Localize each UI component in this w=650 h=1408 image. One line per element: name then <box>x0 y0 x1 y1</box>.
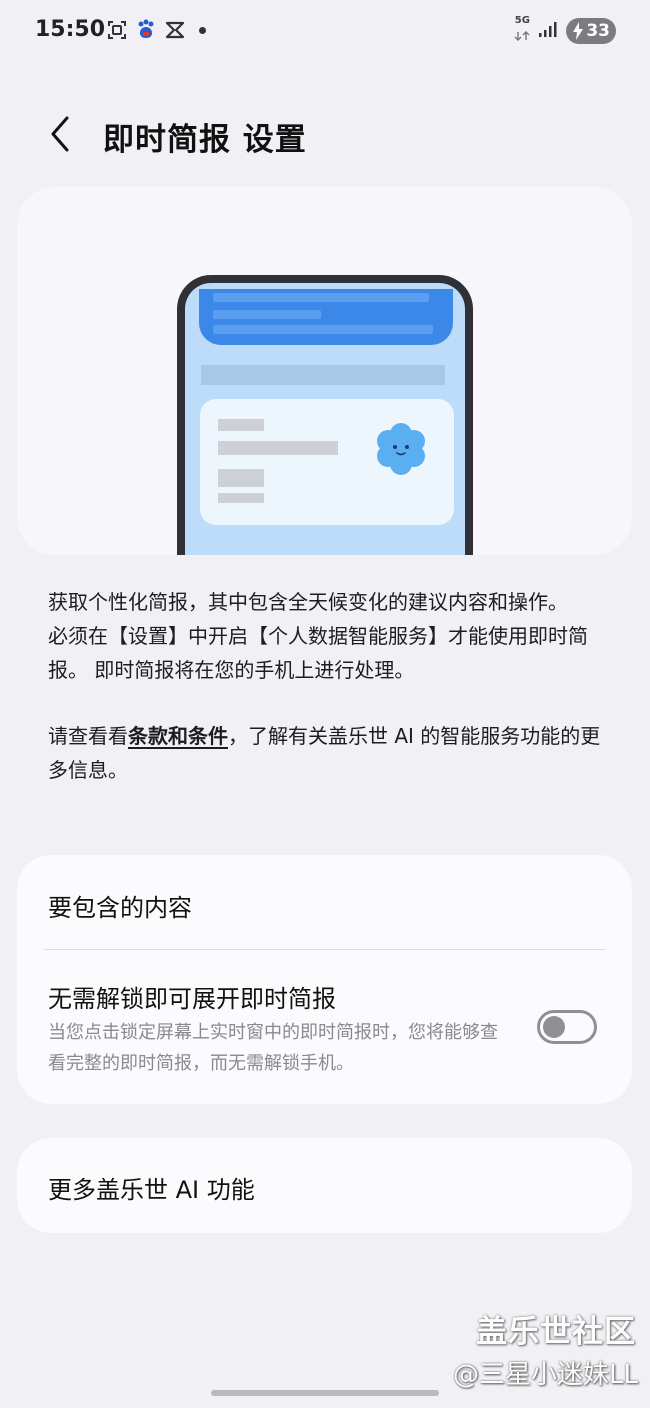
illustration-card <box>17 187 632 555</box>
watermark-author: @三星小迷妹LL <box>453 1360 638 1390</box>
battery-indicator: 33 <box>566 17 616 44</box>
toggle-knob <box>543 1016 565 1038</box>
network-5g-icon: 5G <box>514 16 530 45</box>
card-illustration <box>200 399 454 525</box>
home-indicator[interactable] <box>211 1390 439 1396</box>
expand-without-unlock-title[interactable]: 无需解锁即可展开即时简报 <box>48 979 336 1014</box>
divider <box>44 949 606 950</box>
signal-icon <box>538 21 558 41</box>
status-system-icons: 5G 33 <box>514 16 616 45</box>
cloud-mascot-icon <box>377 423 425 475</box>
status-bar: 15:50 5G 33 <box>0 0 650 64</box>
status-time: 15:50 <box>35 17 106 42</box>
more-ai-features-item[interactable]: 更多盖乐世 AI 功能 <box>17 1138 632 1233</box>
back-button[interactable] <box>42 114 78 154</box>
description: 获取个性化简报，其中包含全天候变化的建议内容和操作。 必须在【设置】中开启【个人… <box>48 585 608 787</box>
notification-dot <box>199 26 206 34</box>
status-app-icons <box>106 19 206 41</box>
terms-link[interactable]: 条款和条件 <box>128 724 228 748</box>
bar-illustration <box>201 365 445 385</box>
baidu-icon <box>135 19 157 41</box>
capcut-icon <box>164 19 186 41</box>
description-line2: 必须在【设置】中开启【个人数据智能服务】才能使用即时简报。 即时简报将在您的手机… <box>48 624 588 682</box>
more-ai-features-label: 更多盖乐世 AI 功能 <box>48 1176 255 1204</box>
page-title: 即时简报 设置 <box>103 122 307 158</box>
terms-paragraph: 请查看看条款和条件，了解有关盖乐世 AI 的智能服务功能的更多信息。 <box>48 719 608 787</box>
description-line1: 获取个性化简报，其中包含全天候变化的建议内容和操作。 <box>48 590 568 614</box>
terms-prefix: 请查看看 <box>48 724 128 748</box>
settings-card: 要包含的内容 无需解锁即可展开即时简报 当您点击锁定屏幕上实时窗中的即时简报时，… <box>17 855 632 1104</box>
screenshot-icon <box>106 19 128 41</box>
expand-without-unlock-description: 当您点击锁定屏幕上实时窗中的即时简报时，您将能够查看完整的即时简报，而无需解锁手… <box>48 1022 498 1074</box>
content-to-include-item[interactable]: 要包含的内容 <box>48 888 192 923</box>
battery-charging-icon <box>573 21 584 40</box>
battery-level: 33 <box>586 20 610 41</box>
expand-without-unlock-toggle[interactable] <box>537 1010 597 1044</box>
header: 即时简报 设置 <box>0 100 650 170</box>
chevron-left-icon <box>51 116 69 152</box>
phone-illustration <box>177 275 473 555</box>
watermark-site: 盖乐世社区 <box>476 1314 636 1350</box>
banner-illustration <box>199 289 453 345</box>
